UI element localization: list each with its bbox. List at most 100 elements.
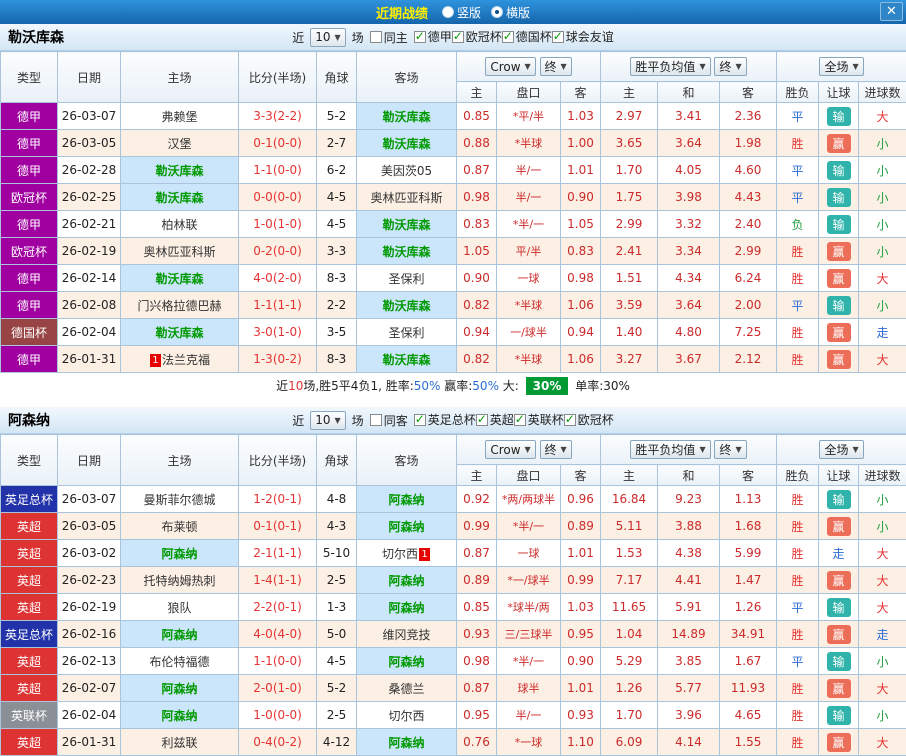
handicap-line: *半/一 [497,648,561,675]
away-team[interactable]: 奥林匹亚科斯 [357,184,457,211]
league-type-badge: 英超 [1,729,58,756]
away-team[interactable]: 切尔西1 [357,540,457,567]
home-team[interactable]: 曼斯菲尔德城 [121,486,239,513]
match-count-select[interactable]: 10▼ [310,28,345,47]
away-team[interactable]: 圣保利 [357,319,457,346]
home-team[interactable]: 狼队 [121,594,239,621]
home-team[interactable]: 阿森纳 [121,675,239,702]
europe-odds-select[interactable]: 胜平负均值▼ [630,57,710,76]
europe-stage-select[interactable]: 终▼ [714,57,746,76]
away-team[interactable]: 勒沃库森 [357,346,457,373]
match-count-select[interactable]: 10▼ [310,411,345,430]
away-team[interactable]: 美因茨05 [357,157,457,184]
home-team[interactable]: 勒沃库森 [121,157,239,184]
home-team[interactable]: 奥林匹亚科斯 [121,238,239,265]
home-team[interactable]: 布伦特福德 [121,648,239,675]
handicap-line: 一球 [497,265,561,292]
match-row: 德甲26-01-311法兰克福1-3(0-2)8-3勒沃库森0.82*半球1.0… [1,346,906,373]
home-team[interactable]: 1法兰克福 [121,346,239,373]
away-team[interactable]: 勒沃库森 [357,238,457,265]
league-filter-checkbox[interactable]: 欧冠杯 [564,411,614,428]
away-team[interactable]: 阿森纳 [357,567,457,594]
away-team[interactable]: 圣保利 [357,265,457,292]
layout-vertical-radio[interactable]: 竖版 [442,4,481,21]
europe-draw-odds: 3.32 [658,211,720,238]
layout-horizontal-radio[interactable]: 横版 [491,4,530,21]
away-team[interactable]: 维冈竞技 [357,621,457,648]
stage-value: 终 [545,58,557,75]
league-filter-checkbox[interactable]: 球会友谊 [552,28,614,45]
home-team[interactable]: 勒沃库森 [121,265,239,292]
scope-select[interactable]: 全场▼ [819,57,863,76]
league-filter-checkbox[interactable]: 英足总杯 [414,411,476,428]
home-team[interactable]: 门兴格拉德巴赫 [121,292,239,319]
result-text: 平 [792,299,804,313]
asian-away-odds: 0.90 [561,648,601,675]
away-team[interactable]: 阿森纳 [357,648,457,675]
europe-draw-odds: 9.23 [658,486,720,513]
match-score: 0-4(0-2) [239,729,317,756]
home-team[interactable]: 弗赖堡 [121,103,239,130]
away-team[interactable]: 勒沃库森 [357,292,457,319]
asian-stage-select[interactable]: 终▼ [540,57,572,76]
goals-result-cell: 大 [859,567,906,594]
away-team[interactable]: 勒沃库森 [357,103,457,130]
home-team[interactable]: 阿森纳 [121,702,239,729]
away-team[interactable]: 切尔西 [357,702,457,729]
league-filter-checkbox[interactable]: 德国杯 [502,28,552,45]
corner-score: 4-5 [317,211,357,238]
scope-select[interactable]: 全场▼ [819,440,863,459]
home-team[interactable]: 柏林联 [121,211,239,238]
league-filter-checkbox[interactable]: 德甲 [414,28,452,45]
league-filter-checkbox[interactable]: 英联杯 [514,411,564,428]
asian-away-odds: 1.06 [561,346,601,373]
col-eu-draw: 和 [658,82,720,103]
asian-away-odds: 0.99 [561,567,601,594]
away-team[interactable]: 桑德兰 [357,675,457,702]
close-button[interactable]: ✕ [880,2,903,21]
home-team[interactable]: 布莱顿 [121,513,239,540]
home-team[interactable]: 勒沃库森 [121,319,239,346]
home-team[interactable]: 托特纳姆热刺 [121,567,239,594]
bookmaker-select[interactable]: Crow▼ [485,440,535,459]
home-team[interactable]: 阿森纳 [121,540,239,567]
asian-home-odds: 0.87 [457,157,497,184]
away-team[interactable]: 勒沃库森 [357,211,457,238]
goals-result-text: 大 [877,682,889,696]
handicap-line: *半/一 [497,211,561,238]
home-team[interactable]: 勒沃库森 [121,184,239,211]
asian-away-odds: 1.01 [561,540,601,567]
league-filter-checkbox[interactable]: 欧冠杯 [452,28,502,45]
bookmaker-select[interactable]: Crow▼ [485,57,535,76]
handicap-line: *一球 [497,729,561,756]
same-venue-checkbox[interactable]: 同主 [370,29,408,46]
asian-stage-select[interactable]: 终▼ [540,440,572,459]
away-team[interactable]: 阿森纳 [357,729,457,756]
col-home: 主场 [121,52,239,103]
goals-result-text: 小 [877,655,889,669]
handicap-result-text: 赢 [827,625,851,644]
away-team[interactable]: 阿森纳 [357,594,457,621]
result-cell: 平 [777,594,819,621]
away-team[interactable]: 阿森纳 [357,486,457,513]
europe-home-odds: 11.65 [601,594,658,621]
home-team[interactable]: 汉堡 [121,130,239,157]
checkbox-icon [414,31,426,43]
europe-draw-odds: 4.38 [658,540,720,567]
corner-score: 4-8 [317,486,357,513]
same-venue-checkbox[interactable]: 同客 [370,412,408,429]
home-team[interactable]: 阿森纳 [121,621,239,648]
handicap-line: 三/三球半 [497,621,561,648]
match-score: 0-2(0-0) [239,238,317,265]
result-cell: 胜 [777,621,819,648]
near-label: 近 [292,29,304,46]
asian-away-odds: 1.10 [561,729,601,756]
away-team[interactable]: 勒沃库森 [357,130,457,157]
europe-odds-select[interactable]: 胜平负均值▼ [630,440,710,459]
away-team[interactable]: 阿森纳 [357,513,457,540]
home-team[interactable]: 利兹联 [121,729,239,756]
handicap-line: 半/一 [497,184,561,211]
europe-draw-odds: 3.88 [658,513,720,540]
europe-stage-select[interactable]: 终▼ [714,440,746,459]
league-filter-checkbox[interactable]: 英超 [476,411,514,428]
